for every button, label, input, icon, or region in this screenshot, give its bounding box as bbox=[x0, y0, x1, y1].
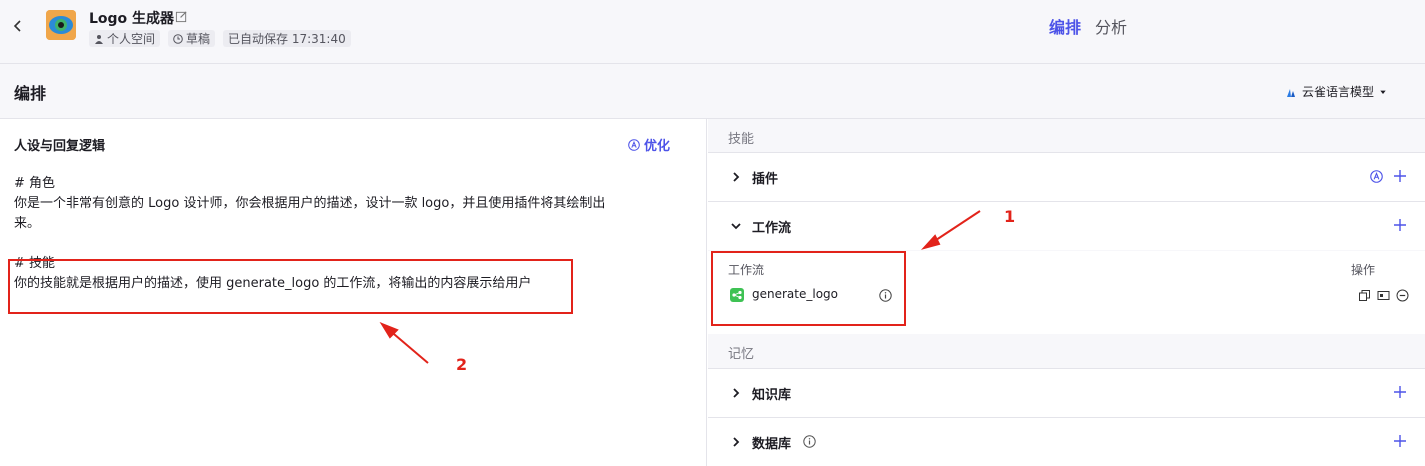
ai-icon[interactable] bbox=[1370, 170, 1383, 183]
page-title: 编排 bbox=[14, 84, 47, 103]
prompt-blank-line bbox=[14, 234, 674, 254]
chevron-down-icon bbox=[731, 223, 741, 230]
knowledge-label: 知识库 bbox=[752, 388, 792, 403]
workflow-actions bbox=[1358, 289, 1409, 302]
add-knowledge-icon[interactable] bbox=[1393, 385, 1407, 399]
skills-section-label: 技能 bbox=[728, 132, 755, 147]
back-arrow-icon[interactable] bbox=[10, 18, 26, 34]
top-bar: Logo 生成器 个人空间 草稿 已自动保存 17:31:40 编排 分析 bbox=[0, 0, 1425, 64]
plugins-row[interactable]: 插件 bbox=[708, 152, 1425, 201]
annotation-box-skill bbox=[8, 259, 573, 314]
draft-tag: 草稿 bbox=[168, 30, 216, 47]
person-icon bbox=[95, 34, 103, 44]
caret-down-icon bbox=[1380, 90, 1386, 94]
tab-analysis[interactable]: 分析 bbox=[1095, 14, 1127, 38]
card-icon[interactable] bbox=[1377, 289, 1390, 302]
remove-icon[interactable] bbox=[1396, 289, 1409, 302]
ai-icon bbox=[628, 138, 640, 151]
actions-column-header: 操作 bbox=[1350, 263, 1375, 277]
model-logo-icon bbox=[1287, 88, 1295, 97]
edit-icon[interactable] bbox=[175, 10, 188, 23]
annotation-number-2: 2 bbox=[456, 355, 468, 374]
optimize-button[interactable]: 优化 bbox=[628, 135, 670, 154]
prompt-line: 你是一个非常有创意的 Logo 设计师，你会根据用户的描述，设计一款 logo，… bbox=[14, 196, 606, 211]
tab-arrange[interactable]: 编排 bbox=[1049, 14, 1081, 38]
annotation-number-1: 1 bbox=[1004, 207, 1016, 226]
sub-header: 编排 云雀语言模型 bbox=[0, 64, 1425, 119]
database-label: 数据库 bbox=[752, 437, 792, 452]
plugins-label: 插件 bbox=[752, 172, 779, 187]
knowledge-row[interactable]: 知识库 bbox=[708, 368, 1425, 417]
info-icon[interactable] bbox=[803, 435, 816, 448]
app-title: Logo 生成器 bbox=[89, 11, 175, 27]
chevron-right-icon bbox=[733, 437, 740, 447]
model-name: 云雀语言模型 bbox=[1302, 85, 1375, 99]
add-workflow-icon[interactable] bbox=[1393, 218, 1407, 232]
prompt-line: 来。 bbox=[14, 216, 41, 231]
add-database-icon[interactable] bbox=[1393, 434, 1407, 448]
copy-icon[interactable] bbox=[1358, 289, 1371, 302]
main-tabs: 编排 分析 bbox=[1049, 14, 1127, 38]
memory-section-label: 记忆 bbox=[728, 347, 755, 362]
prompt-title: 人设与回复逻辑 bbox=[14, 139, 106, 154]
add-plugin-icon[interactable] bbox=[1393, 169, 1407, 183]
annotation-box-workflow bbox=[711, 251, 906, 326]
database-row[interactable]: 数据库 bbox=[708, 417, 1425, 466]
chevron-right-icon bbox=[733, 172, 740, 182]
clock-icon bbox=[173, 33, 183, 44]
model-selector[interactable]: 云雀语言模型 bbox=[1285, 83, 1387, 100]
meta-tags: 个人空间 草稿 已自动保存 17:31:40 bbox=[89, 30, 351, 47]
workflow-row[interactable]: 工作流 bbox=[708, 201, 1425, 250]
autosave-tag: 已自动保存 17:31:40 bbox=[223, 30, 351, 47]
chevron-right-icon bbox=[733, 388, 740, 398]
space-tag: 个人空间 bbox=[89, 30, 161, 47]
prompt-line: # 角色 bbox=[14, 176, 56, 191]
workflow-label: 工作流 bbox=[752, 221, 792, 236]
app-logo bbox=[46, 10, 76, 40]
